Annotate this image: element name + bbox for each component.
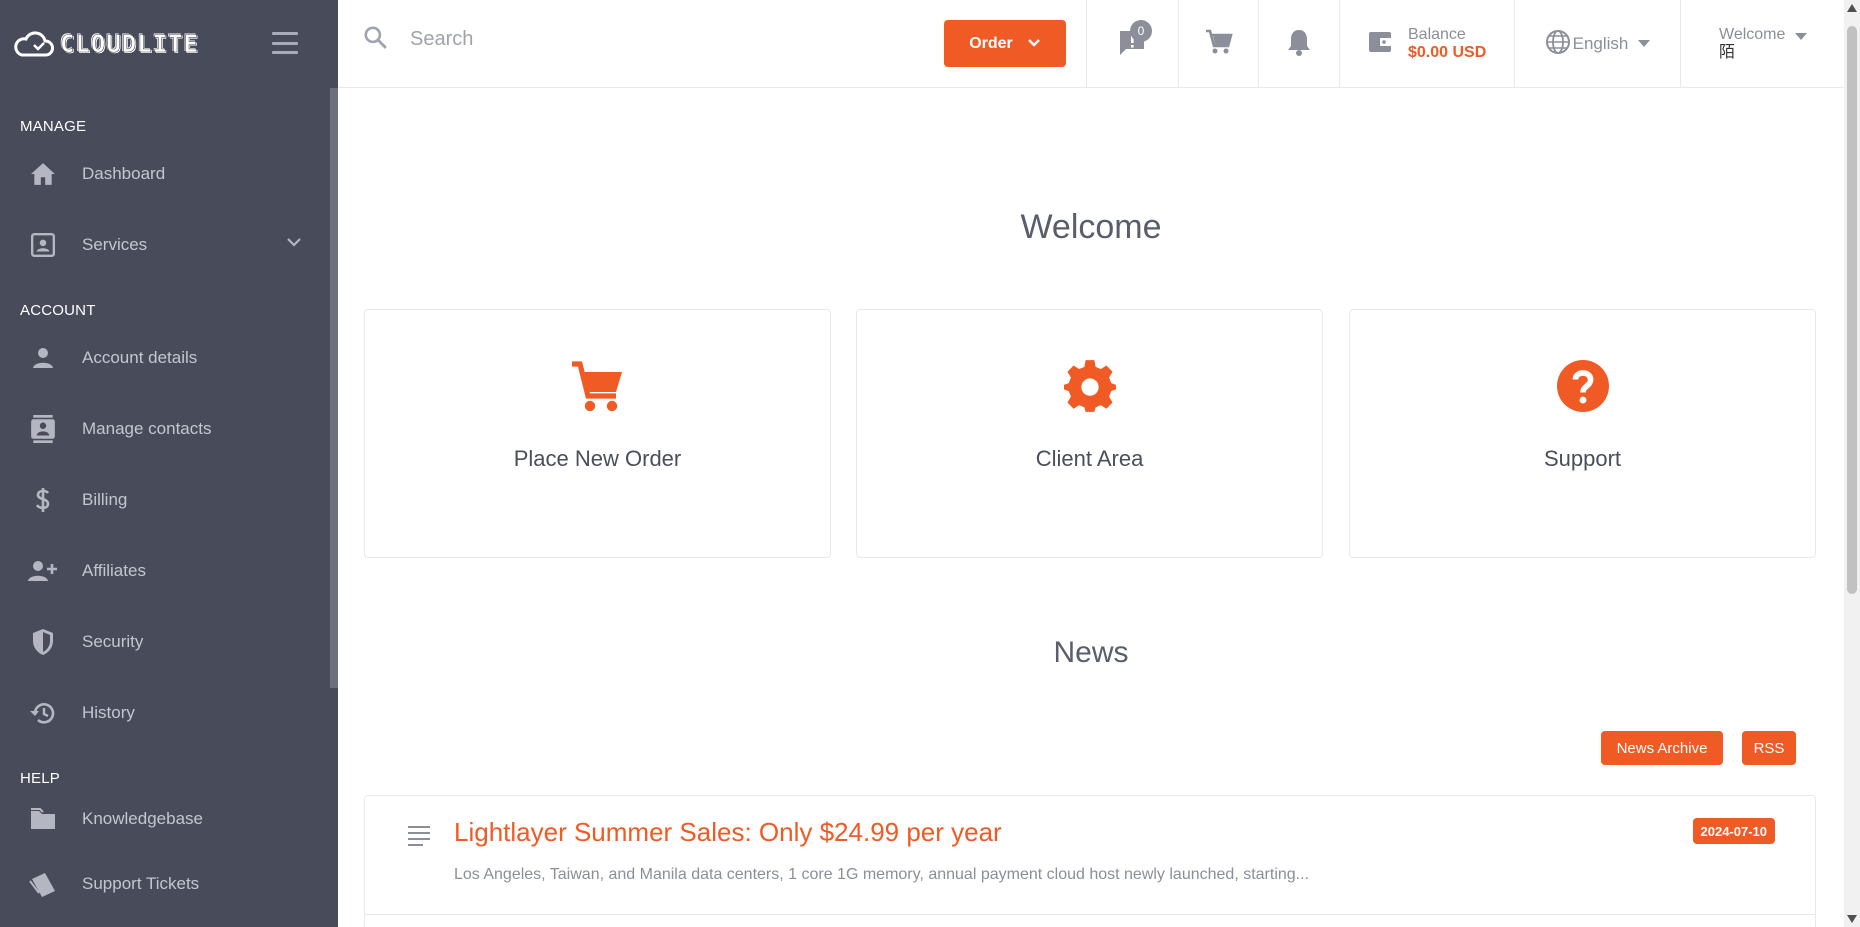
language-label: English: [1572, 34, 1629, 53]
top-header: Order 0 Balance $0.00 USD English: [338, 0, 1844, 88]
shield-icon: [28, 627, 58, 657]
balance-label: Balance: [1408, 26, 1466, 43]
caret-down-icon: [1795, 28, 1808, 46]
sidebar-item-billing[interactable]: Billing: [0, 464, 338, 535]
dollar-icon: [28, 485, 58, 515]
sidebar-item-label: Billing: [82, 489, 128, 509]
article-icon: [408, 826, 430, 846]
notifications-button[interactable]: [1258, 0, 1338, 88]
cart-icon: [1205, 28, 1233, 61]
id-card-icon: [28, 230, 58, 260]
sidebar-item-security[interactable]: Security: [0, 606, 338, 677]
card-label: Client Area: [1035, 446, 1144, 471]
rss-button[interactable]: RSS: [1742, 731, 1796, 765]
section-title-account: ACCOUNT: [20, 302, 96, 319]
globe-icon: [1545, 29, 1571, 60]
sidebar-item-label: History: [82, 702, 135, 722]
cart-icon: [570, 360, 626, 419]
sidebar-item-label: Security: [82, 631, 144, 651]
logo[interactable]: CLOUDLITE: [14, 29, 199, 59]
client-area-card[interactable]: Client Area: [856, 309, 1323, 558]
messages-button[interactable]: 0: [1086, 0, 1178, 88]
scroll-up-icon[interactable]: [1847, 4, 1857, 12]
bell-icon: [1286, 28, 1312, 61]
sidebar: CLOUDLITE MANAGE Dashboard Services ACCO…: [0, 0, 338, 927]
book-icon: [28, 804, 58, 834]
welcome-label: Welcome: [1719, 26, 1786, 43]
sidebar-item-services[interactable]: Services: [0, 209, 338, 280]
search-bar[interactable]: [362, 24, 830, 55]
news-item-date-badge: 2024-07-10: [1692, 818, 1775, 844]
menu-toggle-icon[interactable]: [272, 32, 298, 54]
card-label: Support: [1543, 446, 1622, 471]
chevron-down-icon[interactable]: [286, 235, 302, 253]
username: 陌: [1719, 44, 1736, 61]
sidebar-header: CLOUDLITE: [0, 0, 338, 88]
messages-count-badge: 0: [1130, 20, 1152, 42]
sidebar-item-label: Manage contacts: [82, 418, 212, 438]
welcome-heading: Welcome: [1020, 208, 1162, 246]
sidebar-item-knowledgebase[interactable]: Knowledgebase: [0, 790, 338, 848]
news-heading: News: [1053, 636, 1129, 669]
user-icon: [28, 343, 58, 373]
sidebar-item-label: Support Tickets: [82, 873, 200, 893]
news-list: Lightlayer Summer Sales: Only $24.99 per…: [364, 795, 1816, 927]
main-scrollbar[interactable]: [1844, 0, 1860, 927]
sidebar-item-manage-contacts[interactable]: Manage contacts: [0, 393, 338, 464]
section-title-manage: MANAGE: [20, 118, 87, 135]
user-plus-icon: [28, 556, 58, 586]
divider: [365, 914, 1815, 915]
sidebar-item-affiliates[interactable]: Affiliates: [0, 535, 338, 606]
sidebar-item-label: Knowledgebase: [82, 809, 203, 828]
sidebar-item-label: Services: [82, 234, 148, 254]
history-icon: [28, 698, 58, 728]
order-label: Order: [969, 34, 1013, 52]
chevron-down-icon: [1027, 35, 1041, 53]
cart-button[interactable]: [1178, 0, 1258, 88]
sidebar-item-account-details[interactable]: Account details: [0, 322, 338, 393]
scrollbar-thumb[interactable]: [1847, 26, 1857, 594]
order-button[interactable]: Order: [944, 20, 1066, 67]
sidebar-item-label: Dashboard: [82, 163, 166, 183]
help-icon: [1556, 360, 1609, 417]
support-card[interactable]: Support: [1349, 309, 1816, 558]
user-menu[interactable]: Welcome 陌: [1680, 0, 1844, 88]
cloud-logo-icon: [14, 31, 54, 57]
balance-value: $0.00 USD: [1408, 44, 1487, 61]
card-label: Place New Order: [513, 446, 682, 471]
search-icon: [362, 24, 388, 55]
sidebar-item-label: Account details: [82, 347, 198, 367]
scroll-down-icon[interactable]: [1847, 915, 1857, 923]
balance-widget[interactable]: Balance $0.00 USD: [1339, 0, 1514, 88]
sidebar-item-label: Affiliates: [82, 560, 146, 580]
tickets-icon: [28, 869, 58, 899]
wallet-icon: [1368, 30, 1394, 59]
contacts-icon: [28, 414, 58, 444]
caret-down-icon: [1638, 35, 1651, 53]
sidebar-item-history[interactable]: History: [0, 677, 338, 748]
gear-icon: [1063, 360, 1116, 417]
sidebar-item-dashboard[interactable]: Dashboard: [0, 138, 338, 209]
search-input[interactable]: [410, 28, 830, 51]
news-item-excerpt: Los Angeles, Taiwan, and Manila data cen…: [454, 866, 1310, 883]
sidebar-item-support-tickets[interactable]: Support Tickets: [0, 848, 338, 919]
news-item-title[interactable]: Lightlayer Summer Sales: Only $24.99 per…: [454, 817, 1002, 848]
language-selector[interactable]: English: [1514, 0, 1680, 88]
place-new-order-card[interactable]: Place New Order: [364, 309, 831, 558]
section-title-help: HELP: [20, 770, 60, 787]
home-icon: [28, 159, 58, 189]
logo-text: CLOUDLITE: [60, 30, 200, 59]
news-archive-button[interactable]: News Archive: [1601, 731, 1723, 765]
